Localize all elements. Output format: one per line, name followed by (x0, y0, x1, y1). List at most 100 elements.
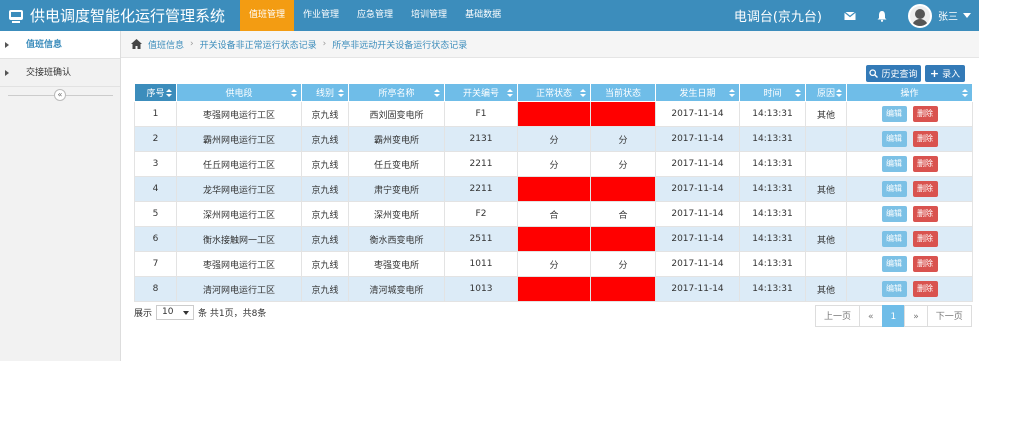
cell-no: 4 (134, 176, 177, 202)
edit-button[interactable]: 编辑 (881, 231, 907, 247)
cell-section: 枣强网电运行工区 (176, 101, 302, 127)
table-row: 6 衡水接触网一工区 京九线 衡水西变电所 2511 分合 2017-11-14 14:13:… (134, 226, 973, 252)
delete-button[interactable]: 删除 (912, 281, 938, 297)
cell-current-state: 分 (590, 151, 656, 177)
edit-button[interactable]: 编辑 (881, 206, 907, 222)
prev-page-button[interactable]: 上一页 (815, 305, 861, 327)
cell-normal-state: 分 (517, 126, 591, 152)
history-query-button[interactable]: 历史查询 (866, 65, 921, 82)
page-button-current[interactable]: 1 (881, 305, 906, 327)
cell-section: 霸州网电运行工区 (176, 126, 302, 152)
home-icon[interactable] (131, 39, 142, 49)
cell-normal-state: 分 (517, 226, 591, 252)
cell-no: 3 (134, 151, 177, 177)
nav-work-management[interactable]: 作业管理 (294, 0, 348, 31)
cell-line: 京九线 (301, 126, 349, 152)
user-name[interactable]: 张三 (938, 8, 958, 23)
cell-actions: 编辑 删除 (846, 101, 973, 127)
cell-date: 2017-11-14 (655, 151, 740, 177)
col-header-normal-state[interactable]: 正常状态 (517, 83, 591, 102)
breadcrumb-item[interactable]: 值班信息 (148, 38, 184, 51)
cell-no: 1 (134, 101, 177, 127)
cell-reason (805, 251, 847, 277)
col-header-date[interactable]: 发生日期 (655, 83, 740, 102)
last-page-button[interactable]: » (904, 305, 928, 327)
cell-actions: 编辑 删除 (846, 176, 973, 202)
delete-button[interactable]: 删除 (912, 256, 938, 272)
nav-basic-data[interactable]: 基础数据 (456, 0, 510, 31)
caret-right-icon (5, 70, 9, 76)
col-header-substation[interactable]: 所亭名称 (348, 83, 445, 102)
cell-substation: 任丘变电所 (348, 151, 445, 177)
first-page-button[interactable]: « (859, 305, 883, 327)
col-header-line[interactable]: 线别 (301, 83, 349, 102)
delete-button[interactable]: 删除 (912, 231, 938, 247)
table-row: 3 任丘网电运行工区 京九线 任丘变电所 2211 分分 2017-11-14 14:13:3… (134, 151, 973, 177)
breadcrumb-separator: › (322, 39, 327, 49)
breadcrumb-item[interactable]: 开关设备非正常运行状态记录 (200, 38, 317, 51)
cell-date: 2017-11-14 (655, 201, 740, 227)
col-header-reason[interactable]: 原因 (805, 83, 847, 102)
table-row: 5 深州网电运行工区 京九线 深州变电所 F2 合合 2017-11-14 14:13:31 编… (134, 201, 973, 227)
page-size-select[interactable]: 10 (156, 305, 195, 320)
col-header-switch[interactable]: 开关编号 (444, 83, 518, 102)
cell-time: 14:13:31 (739, 201, 806, 227)
collapse-icon[interactable]: « (54, 89, 66, 101)
cell-time: 14:13:31 (739, 101, 806, 127)
cell-time: 14:13:31 (739, 226, 806, 252)
cell-section: 龙华网电运行工区 (176, 176, 302, 202)
edit-button[interactable]: 编辑 (881, 256, 907, 272)
edit-button[interactable]: 编辑 (881, 281, 907, 297)
cell-reason (805, 201, 847, 227)
cell-current-state: 分 (590, 126, 656, 152)
cell-time: 14:13:31 (739, 276, 806, 302)
table-row: 2 霸州网电运行工区 京九线 霸州变电所 2131 分分 2017-11-14 14:13:3… (134, 126, 973, 152)
bell-icon[interactable] (876, 10, 888, 22)
sidebar-item-duty-info[interactable]: 值班信息 (0, 31, 120, 59)
col-header-time[interactable]: 时间 (739, 83, 806, 102)
delete-button[interactable]: 删除 (912, 206, 938, 222)
delete-button[interactable]: 删除 (912, 156, 938, 172)
cell-reason: 其他 (805, 101, 847, 127)
table-footer: 展示 10 条 共1页，共8条 (134, 305, 266, 320)
cell-switch: 2511 (444, 226, 518, 252)
next-page-button[interactable]: 下一页 (926, 305, 972, 327)
cell-actions: 编辑 删除 (846, 201, 973, 227)
col-header-current-state[interactable]: 当前状态 (590, 83, 656, 102)
mail-icon[interactable] (844, 10, 856, 22)
delete-button[interactable]: 删除 (912, 106, 938, 122)
edit-button[interactable]: 编辑 (881, 106, 907, 122)
sort-icon (507, 89, 513, 97)
edit-button[interactable]: 编辑 (881, 181, 907, 197)
cell-substation: 霸州变电所 (348, 126, 445, 152)
cell-current-state: 合 (590, 201, 656, 227)
plus-icon: + (929, 67, 940, 80)
add-record-button[interactable]: + 录入 (925, 65, 965, 82)
sidebar-item-handover-confirm[interactable]: 交接班确认 (0, 59, 120, 87)
cell-substation: 肃宁变电所 (348, 176, 445, 202)
cell-date: 2017-11-14 (655, 251, 740, 277)
col-header-section[interactable]: 供电段 (176, 83, 302, 102)
cell-current-state: 分 (590, 251, 656, 277)
breadcrumb-separator: › (190, 39, 194, 49)
nav-duty-management[interactable]: 值班管理 (240, 0, 295, 31)
delete-button[interactable]: 删除 (912, 131, 938, 147)
delete-button[interactable]: 删除 (912, 181, 938, 197)
cell-switch: 2131 (444, 126, 518, 152)
add-record-label: 录入 (942, 70, 961, 80)
avatar[interactable] (908, 3, 932, 28)
cell-substation: 西刘固变电所 (348, 101, 445, 127)
cell-actions: 编辑 删除 (846, 126, 973, 152)
cell-no: 8 (134, 276, 177, 302)
cell-actions: 编辑 删除 (846, 251, 973, 277)
nav-training-management[interactable]: 培训管理 (402, 0, 456, 31)
cell-section: 深州网电运行工区 (176, 201, 302, 227)
sort-icon (291, 89, 297, 97)
cell-current-state: 分 (590, 176, 656, 202)
chevron-down-icon[interactable] (963, 13, 971, 18)
edit-button[interactable]: 编辑 (881, 156, 907, 172)
col-header-no[interactable]: 序号 (134, 83, 177, 102)
nav-emergency-management[interactable]: 应急管理 (348, 0, 402, 31)
edit-button[interactable]: 编辑 (881, 131, 907, 147)
cell-time: 14:13:31 (739, 151, 806, 177)
